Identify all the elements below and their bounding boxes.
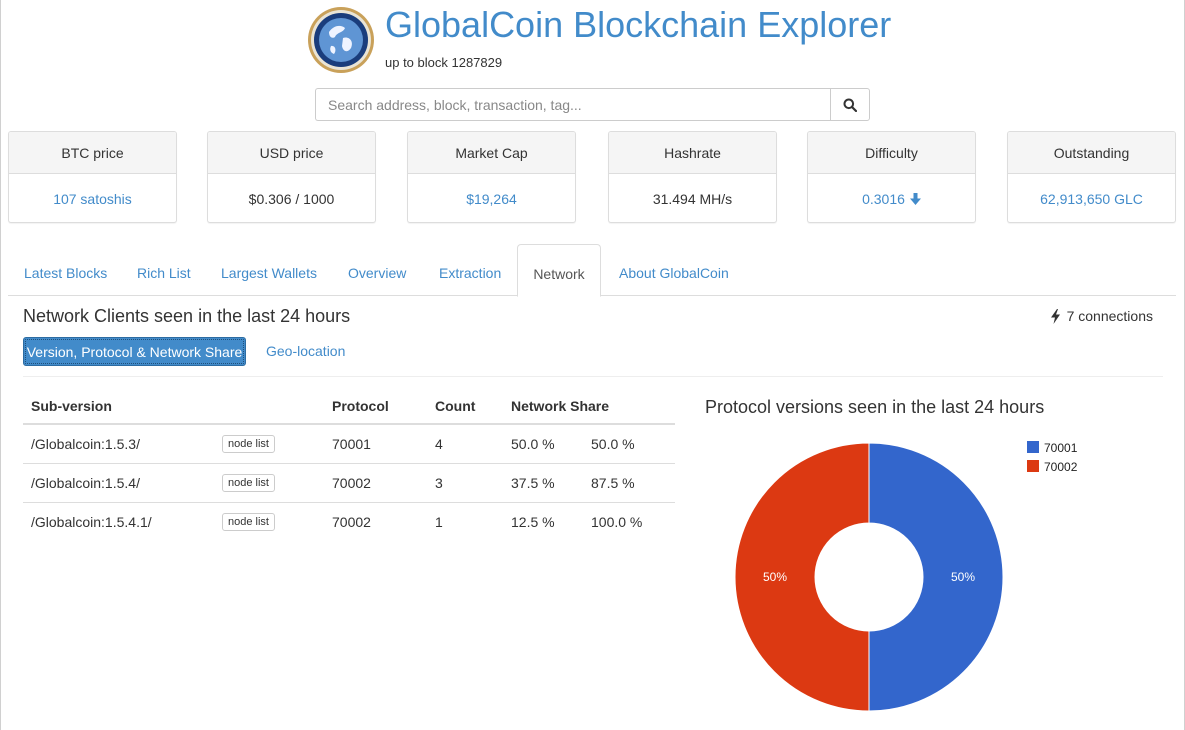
- tab-network[interactable]: Network: [517, 244, 601, 297]
- connections-label: 7 connections: [1066, 308, 1153, 324]
- share-cell: 37.5 %: [503, 463, 583, 503]
- stat-panel-outstanding: Outstanding 62,913,650 GLC: [1007, 131, 1176, 223]
- page-border-left: [0, 0, 1, 730]
- donut-slice-70002[interactable]: [734, 442, 870, 712]
- tab-rich-list[interactable]: Rich List: [137, 244, 191, 296]
- cumulative-share-cell: 100.0 %: [591, 513, 643, 530]
- network-clients-title: Network Clients seen in the last 24 hour…: [23, 306, 351, 326]
- stat-panel-btc-price: BTC price 107 satoshis: [8, 131, 177, 223]
- count-cell: 3: [427, 463, 503, 503]
- connections-count: 7 connections: [1050, 308, 1153, 324]
- tab-extraction[interactable]: Extraction: [439, 244, 501, 296]
- count-cell: 4: [427, 424, 503, 464]
- block-height-subtitle: up to block 1287829: [385, 55, 503, 70]
- stat-value: 31.494 MH/s: [652, 191, 733, 207]
- stat-label: Market Cap: [408, 132, 575, 174]
- site-title[interactable]: GlobalCoin Blockchain Explorer: [385, 6, 891, 44]
- column-header: Count: [427, 388, 503, 425]
- stat-label: BTC price: [9, 132, 176, 174]
- pill-geo-location[interactable]: Geo-location: [266, 343, 345, 359]
- column-header: [214, 388, 324, 425]
- share-cell: 50.0 %: [503, 424, 583, 464]
- slice-label: 50%: [763, 570, 787, 584]
- node-list-cell: node list: [214, 463, 324, 503]
- site-header: GlobalCoin Blockchain Explorer up to blo…: [307, 6, 891, 78]
- tab-latest-blocks[interactable]: Latest Blocks: [24, 244, 107, 296]
- slice-label: 50%: [951, 570, 975, 584]
- subversion-cell: /Globalcoin:1.5.3/: [23, 424, 214, 464]
- node-list-button[interactable]: node list: [222, 513, 275, 532]
- share-cell: 12.5 %: [511, 513, 555, 530]
- stat-value-link[interactable]: 107 satoshis: [9, 174, 176, 222]
- tab-overview[interactable]: Overview: [348, 244, 406, 296]
- stats-row: BTC price 107 satoshis USD price $0.306 …: [8, 131, 1178, 223]
- stat-label: Outstanding: [1008, 132, 1175, 174]
- count-cell: 1: [435, 513, 443, 530]
- network-clients-table: Sub-version Protocol Count Network Share…: [23, 388, 675, 541]
- subversion-cell: /Globalcoin:1.5.4.1/: [31, 513, 152, 530]
- legend-swatch: [1027, 441, 1039, 453]
- search-button[interactable]: [830, 88, 870, 121]
- column-header: Network Share: [503, 388, 675, 425]
- table-row: /Globalcoin:1.5.4/ node list 70002 3 37.…: [23, 463, 675, 503]
- stat-value-link[interactable]: 0.3016: [862, 191, 905, 207]
- legend-swatch: [1027, 460, 1039, 472]
- legend-label[interactable]: 70002: [1044, 460, 1078, 474]
- stat-value-link-wrap[interactable]: 0.3016: [808, 174, 975, 222]
- stat-label: Hashrate: [609, 132, 776, 174]
- protocol-cell: 70002: [324, 463, 427, 503]
- search-icon: [843, 98, 857, 112]
- main-tabs: Latest Blocks Rich List Largest Wallets …: [8, 244, 1176, 297]
- search-input[interactable]: [315, 88, 830, 121]
- protocol-cell: 70002: [332, 513, 371, 530]
- stat-label: USD price: [208, 132, 375, 174]
- node-list-button[interactable]: node list: [222, 474, 275, 492]
- tab-about-globalcoin[interactable]: About GlobalCoin: [619, 244, 729, 296]
- column-header: Sub-version: [23, 388, 214, 425]
- table-header-row: Sub-version Protocol Count Network Share: [23, 388, 675, 425]
- cumulative-share-cell: 87.5 %: [583, 463, 675, 503]
- tab-largest-wallets[interactable]: Largest Wallets: [221, 244, 317, 296]
- stat-label: Difficulty: [808, 132, 975, 174]
- protocol-donut-chart: 50% 50% 70001 70002: [734, 441, 1078, 712]
- stat-value: $0.306 / 1000: [248, 191, 335, 207]
- protocol-cell: 70001: [324, 424, 427, 464]
- table-row: /Globalcoin:1.5.3/ node list 70001 4 50.…: [23, 424, 675, 464]
- stat-value-link[interactable]: 62,913,650 GLC: [1008, 174, 1175, 222]
- stat-panel-hashrate: Hashrate 31.494 MH/s: [608, 131, 777, 223]
- stat-value-link[interactable]: $19,264: [408, 174, 575, 222]
- arrow-down-icon: [909, 193, 921, 205]
- node-list-cell: node list: [214, 424, 324, 464]
- table-row: /Globalcoin:1.5.4.1/ node list 70002 1 1…: [23, 502, 675, 541]
- cumulative-share-cell: 50.0 %: [583, 424, 675, 464]
- stat-panel-difficulty: Difficulty 0.3016: [807, 131, 976, 223]
- node-list-button[interactable]: node list: [222, 435, 275, 454]
- globalcoin-logo[interactable]: [307, 6, 375, 74]
- node-list-cell: node list: [214, 502, 324, 541]
- column-header: Protocol: [324, 388, 427, 425]
- pill-version-protocol-share[interactable]: Version, Protocol & Network Share: [23, 337, 246, 366]
- section-divider: [23, 376, 1163, 377]
- chart-title: Protocol versions seen in the last 24 ho…: [705, 397, 1045, 417]
- subversion-cell: /Globalcoin:1.5.4/: [23, 463, 214, 503]
- legend-label[interactable]: 70001: [1044, 441, 1078, 455]
- donut-slice-70001[interactable]: [868, 442, 1004, 712]
- bolt-icon: [1050, 308, 1060, 324]
- stat-panel-usd-price: USD price $0.306 / 1000: [207, 131, 376, 223]
- search-bar: [315, 88, 870, 121]
- stat-panel-market-cap: Market Cap $19,264: [407, 131, 576, 223]
